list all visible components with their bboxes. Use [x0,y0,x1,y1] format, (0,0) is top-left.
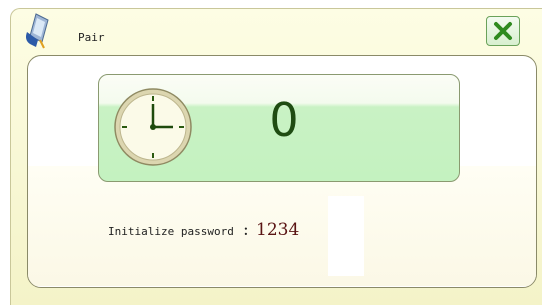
timer-box: 0 [98,74,460,182]
password-separator: : [243,220,249,240]
clock-icon [114,88,192,166]
window-title: Pair [78,31,105,44]
countdown-value: 0 [269,93,299,147]
bluetooth-device-icon [22,10,52,50]
background-watermark-bar [328,196,364,276]
password-label: Initialize password [108,225,234,238]
close-x-icon [494,22,512,40]
close-button[interactable] [486,16,520,46]
password-value: 1234 [256,220,300,240]
